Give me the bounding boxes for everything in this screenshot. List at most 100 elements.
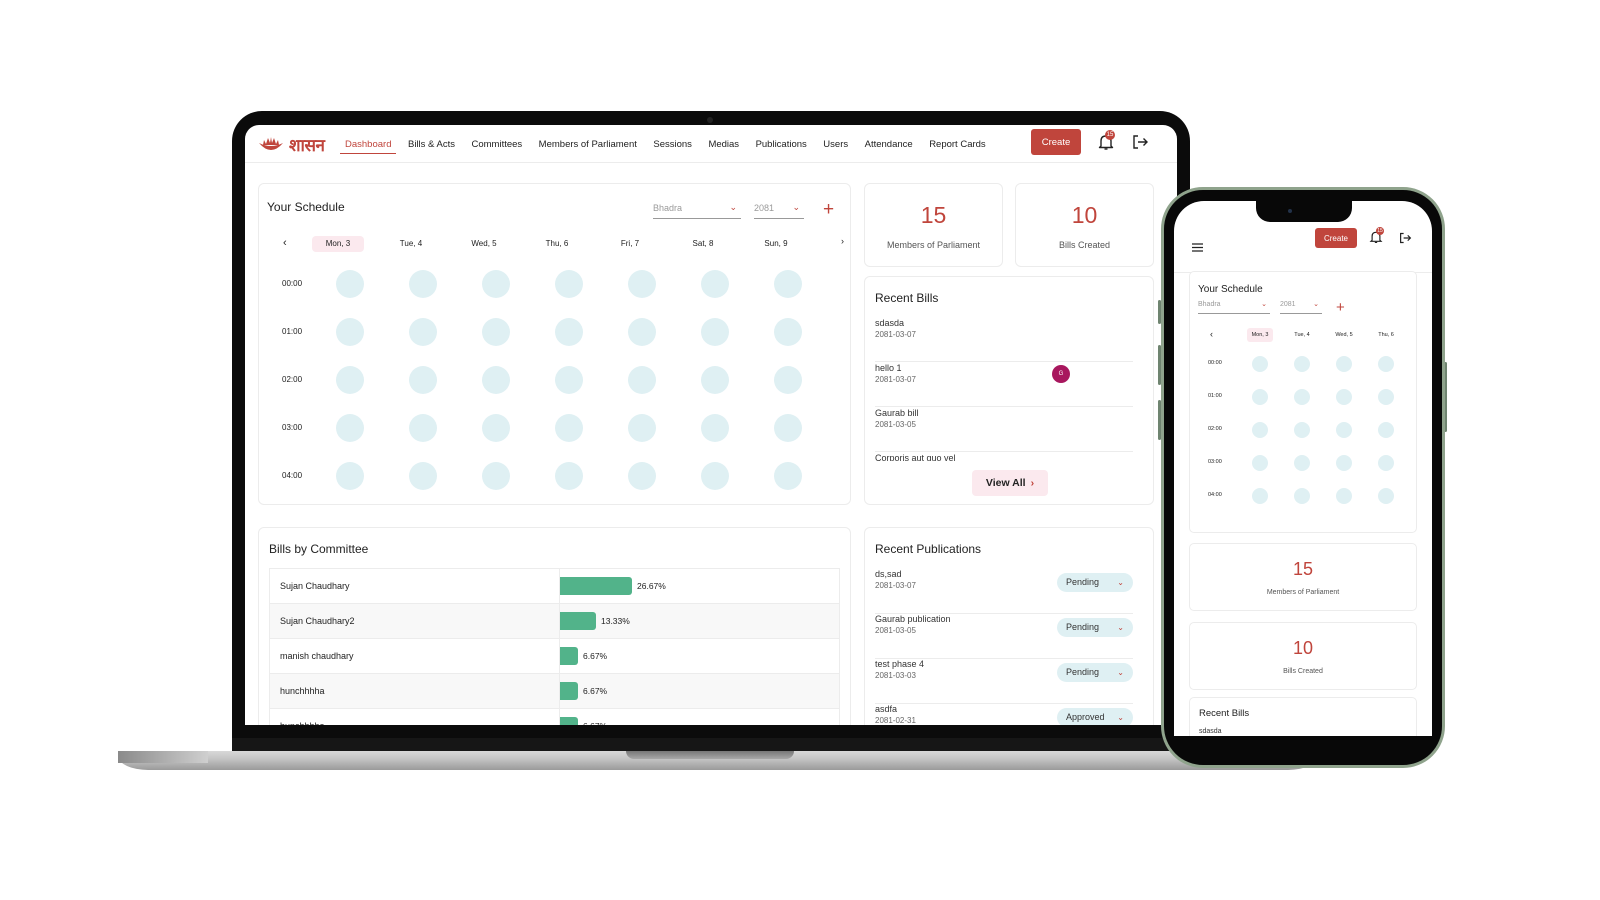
plus-icon[interactable]: + <box>823 200 834 219</box>
schedule-slot[interactable] <box>628 270 656 298</box>
bill-list-item[interactable]: Corporis aut quo vel <box>875 453 1133 461</box>
schedule-slot[interactable] <box>1252 356 1268 372</box>
committee-row[interactable]: Sujan Chaudhary2 13.33% <box>270 604 839 639</box>
schedule-slot[interactable] <box>482 366 510 394</box>
schedule-slot[interactable] <box>1378 356 1394 372</box>
committee-row[interactable]: hunchhhha 6.67% <box>270 709 839 725</box>
schedule-slot[interactable] <box>774 414 802 442</box>
year-select[interactable]: 2081 ⌄ <box>754 202 804 219</box>
logout-icon[interactable] <box>1399 232 1412 244</box>
schedule-slot[interactable] <box>1378 455 1394 471</box>
schedule-slot[interactable] <box>482 318 510 346</box>
schedule-slot[interactable] <box>336 366 364 394</box>
schedule-slot[interactable] <box>701 270 729 298</box>
nav-sessions[interactable]: Sessions <box>653 125 692 163</box>
schedule-slot[interactable] <box>336 462 364 490</box>
schedule-slot[interactable] <box>1294 422 1310 438</box>
schedule-slot[interactable] <box>628 318 656 346</box>
month-select[interactable]: Bhadra ⌄ <box>653 202 741 219</box>
chevron-right-icon[interactable]: › <box>841 236 844 246</box>
schedule-slot[interactable] <box>1252 488 1268 504</box>
schedule-slot[interactable] <box>555 462 583 490</box>
schedule-slot[interactable] <box>336 270 364 298</box>
schedule-slot[interactable] <box>1252 455 1268 471</box>
schedule-slot[interactable] <box>1378 389 1394 405</box>
schedule-slot[interactable] <box>409 414 437 442</box>
chevron-left-icon[interactable]: ‹ <box>1210 329 1213 339</box>
bill-title[interactable]: sdasda <box>1199 728 1222 735</box>
schedule-slot[interactable] <box>409 270 437 298</box>
committee-row[interactable]: hunchhhha 6.67% <box>270 674 839 709</box>
schedule-slot[interactable] <box>409 366 437 394</box>
view-all-button[interactable]: View All › <box>972 470 1048 496</box>
nav-members-of-parliament[interactable]: Members of Parliament <box>539 125 637 163</box>
schedule-slot[interactable] <box>1252 422 1268 438</box>
publication-list-item[interactable]: Gaurab publication 2081-03-05 Pending ⌄ <box>875 614 1133 659</box>
schedule-slot[interactable] <box>774 318 802 346</box>
schedule-slot[interactable] <box>555 318 583 346</box>
day-header[interactable]: Tue, 4 <box>1289 328 1315 342</box>
schedule-slot[interactable] <box>1336 356 1352 372</box>
brand-logo[interactable]: शासन <box>257 133 325 156</box>
chevron-left-icon[interactable]: ‹ <box>283 237 287 249</box>
status-dropdown[interactable]: Pending ⌄ <box>1057 618 1133 637</box>
status-dropdown[interactable]: Pending ⌄ <box>1057 573 1133 592</box>
schedule-slot[interactable] <box>555 366 583 394</box>
nav-medias[interactable]: Medias <box>708 125 739 163</box>
schedule-slot[interactable] <box>1336 422 1352 438</box>
schedule-slot[interactable] <box>701 414 729 442</box>
schedule-slot[interactable] <box>628 366 656 394</box>
nav-dashboard[interactable]: Dashboard <box>339 125 398 163</box>
schedule-slot[interactable] <box>336 414 364 442</box>
schedule-slot[interactable] <box>774 366 802 394</box>
plus-icon[interactable]: + <box>1336 300 1345 315</box>
schedule-slot[interactable] <box>774 462 802 490</box>
schedule-slot[interactable] <box>1378 422 1394 438</box>
schedule-slot[interactable] <box>628 462 656 490</box>
day-header[interactable]: Mon, 3 <box>312 236 364 252</box>
day-header[interactable]: Wed, 5 <box>458 236 510 252</box>
create-button[interactable]: Create <box>1031 129 1081 155</box>
nav-report-cards[interactable]: Report Cards <box>929 125 986 163</box>
committee-row[interactable]: manish chaudhary 6.67% <box>270 639 839 674</box>
schedule-slot[interactable] <box>336 318 364 346</box>
schedule-slot[interactable] <box>1294 455 1310 471</box>
mobile-stat-card-bills[interactable]: 10 Bills Created <box>1189 622 1417 690</box>
schedule-slot[interactable] <box>1336 455 1352 471</box>
schedule-slot[interactable] <box>1336 488 1352 504</box>
bill-list-item[interactable]: hello 1 2081-03-07 G <box>875 363 1133 407</box>
schedule-slot[interactable] <box>482 270 510 298</box>
publication-list-item[interactable]: ds,sad 2081-03-07 Pending ⌄ <box>875 569 1133 614</box>
nav-publications[interactable]: Publications <box>756 125 807 163</box>
schedule-slot[interactable] <box>555 414 583 442</box>
nav-attendance[interactable]: Attendance <box>865 125 913 163</box>
committee-row[interactable]: Sujan Chaudhary 26.67% <box>270 569 839 604</box>
day-header[interactable]: Thu, 6 <box>1373 328 1399 342</box>
schedule-slot[interactable] <box>1252 389 1268 405</box>
day-header[interactable]: Sun, 9 <box>750 236 802 252</box>
schedule-slot[interactable] <box>628 414 656 442</box>
schedule-slot[interactable] <box>701 366 729 394</box>
schedule-slot[interactable] <box>701 462 729 490</box>
logout-icon[interactable] <box>1132 134 1149 150</box>
bill-list-item[interactable]: Gaurab bill 2081-03-05 <box>875 408 1133 452</box>
mobile-create-button[interactable]: Create <box>1315 228 1357 248</box>
mobile-stat-card-members[interactable]: 15 Members of Parliament <box>1189 543 1417 611</box>
stat-card-bills[interactable]: 10 Bills Created <box>1015 183 1154 267</box>
publication-list-item[interactable]: test phase 4 2081-03-03 Pending ⌄ <box>875 659 1133 704</box>
schedule-slot[interactable] <box>409 318 437 346</box>
day-header[interactable]: Tue, 4 <box>385 236 437 252</box>
schedule-slot[interactable] <box>1378 488 1394 504</box>
stat-card-members[interactable]: 15 Members of Parliament <box>864 183 1003 267</box>
mobile-month-select[interactable]: Bhadra ⌄ <box>1198 301 1270 314</box>
schedule-slot[interactable] <box>701 318 729 346</box>
schedule-slot[interactable] <box>1294 488 1310 504</box>
day-header[interactable]: Mon, 3 <box>1247 328 1273 342</box>
nav-bills-acts[interactable]: Bills & Acts <box>408 125 455 163</box>
nav-users[interactable]: Users <box>823 125 848 163</box>
schedule-slot[interactable] <box>774 270 802 298</box>
schedule-slot[interactable] <box>482 414 510 442</box>
day-header[interactable]: Sat, 8 <box>677 236 729 252</box>
bill-list-item[interactable]: sdasda 2081-03-07 <box>875 318 1133 362</box>
schedule-slot[interactable] <box>1336 389 1352 405</box>
